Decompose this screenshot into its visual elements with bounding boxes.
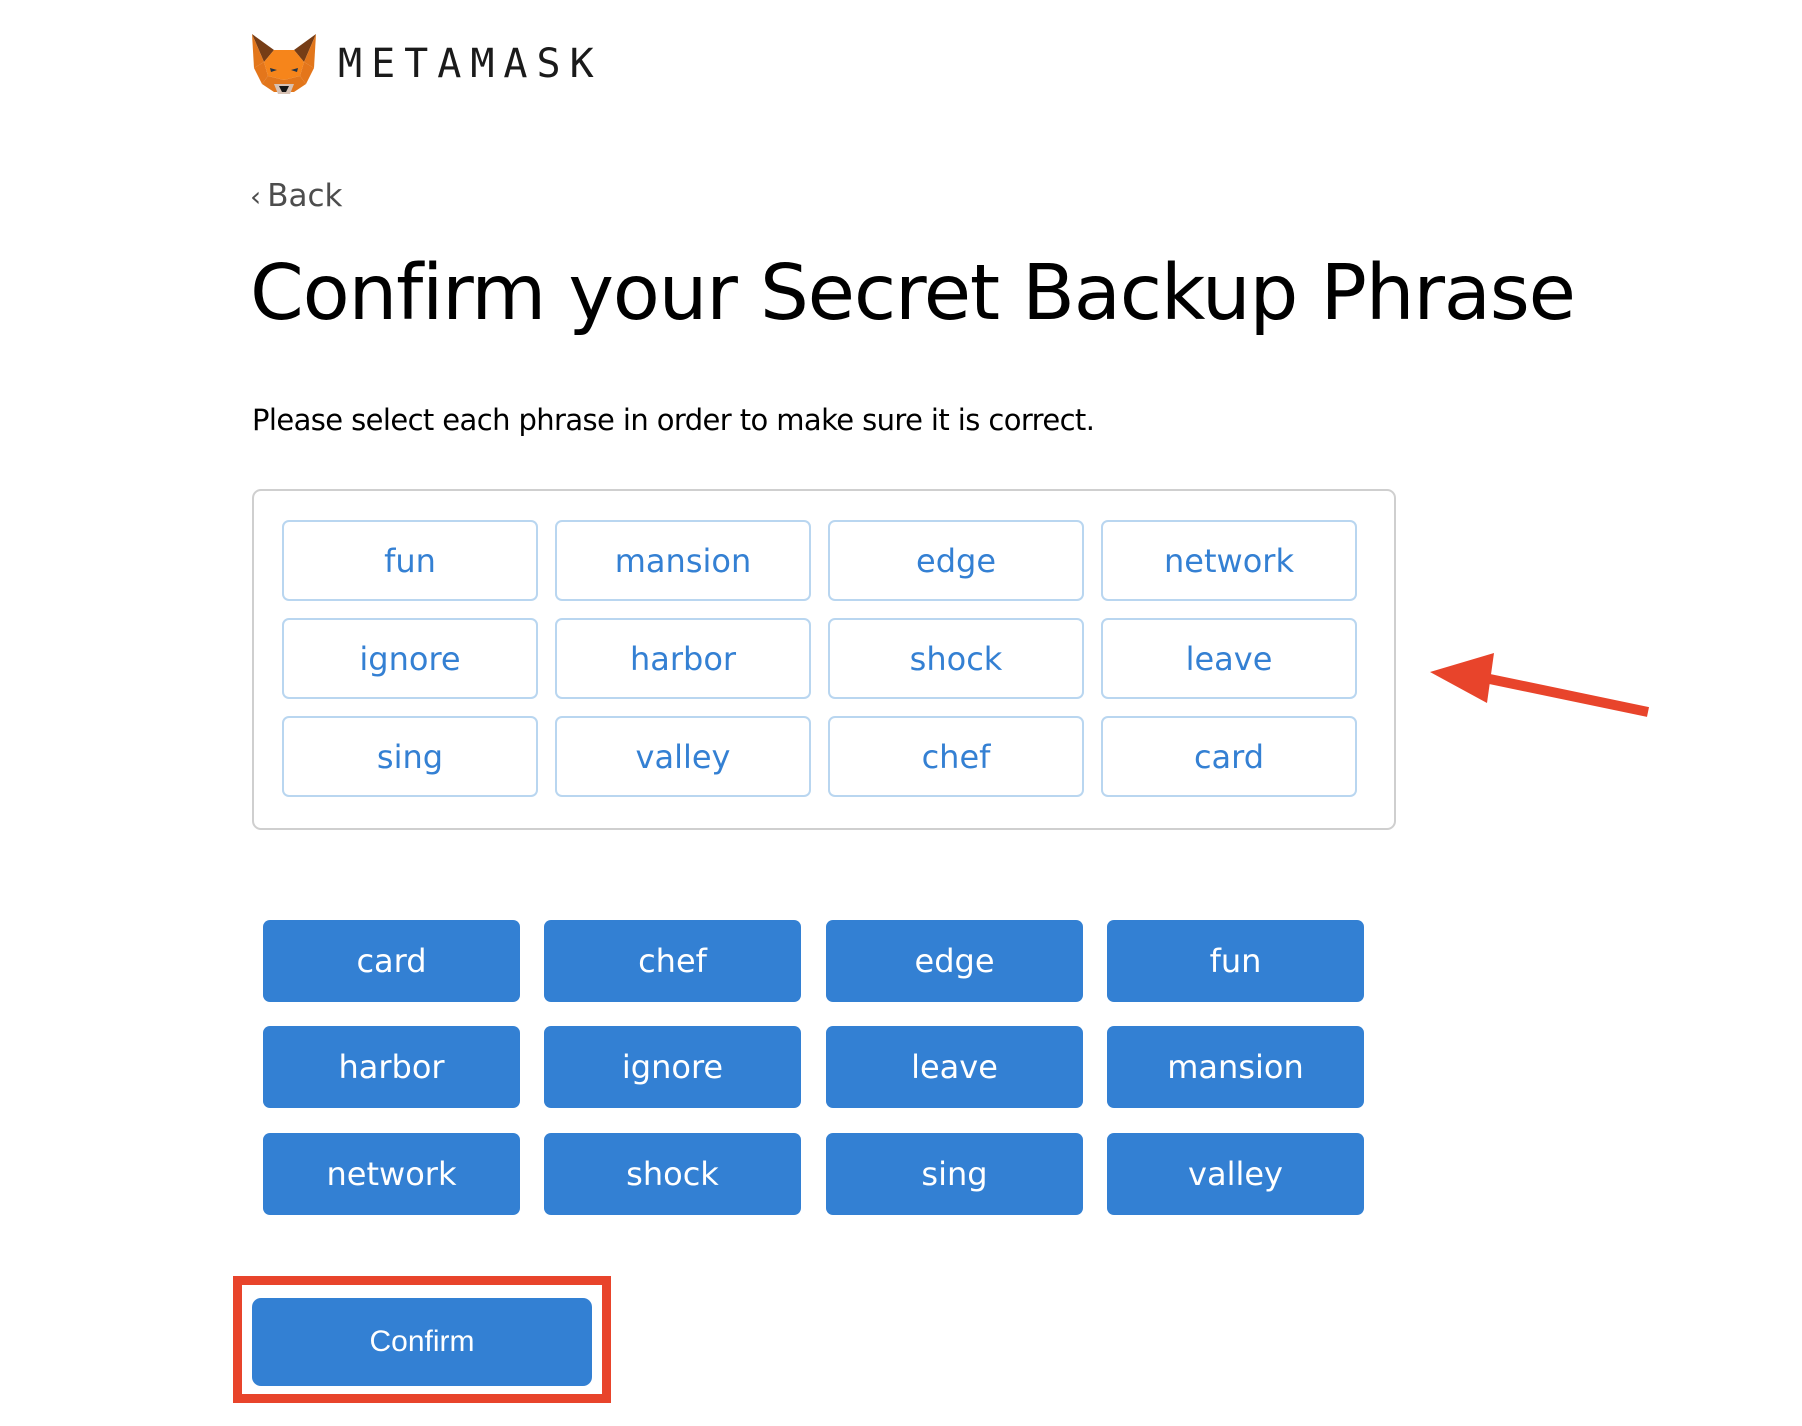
back-link[interactable]: ‹ Back bbox=[250, 176, 342, 217]
word-choice-valley[interactable]: valley bbox=[1107, 1133, 1364, 1215]
word-choice-sing[interactable]: sing bbox=[826, 1133, 1083, 1215]
word-choice-chef[interactable]: chef bbox=[544, 920, 801, 1002]
word-choice-edge[interactable]: edge bbox=[826, 920, 1083, 1002]
highlight-annotation-box bbox=[233, 1276, 611, 1403]
selected-word-card[interactable]: card bbox=[1101, 716, 1357, 797]
word-choice-network[interactable]: network bbox=[263, 1133, 520, 1215]
selected-word-network[interactable]: network bbox=[1101, 520, 1357, 601]
selected-word-sing[interactable]: sing bbox=[282, 716, 538, 797]
selected-word-shock[interactable]: shock bbox=[828, 618, 1084, 699]
selected-word-mansion[interactable]: mansion bbox=[555, 520, 811, 601]
word-choice-ignore[interactable]: ignore bbox=[544, 1026, 801, 1108]
selected-phrase-area: fun mansion edge network ignore harbor shock le… bbox=[252, 489, 1396, 830]
selected-word-valley[interactable]: valley bbox=[555, 716, 811, 797]
arrow-annotation-icon bbox=[1430, 653, 1650, 717]
word-choice-harbor[interactable]: harbor bbox=[263, 1026, 520, 1108]
selected-word-edge[interactable]: edge bbox=[828, 520, 1084, 601]
chevron-left-icon: ‹ bbox=[250, 180, 262, 213]
selected-word-ignore[interactable]: ignore bbox=[282, 618, 538, 699]
selected-word-fun[interactable]: fun bbox=[282, 520, 538, 601]
selected-word-chef[interactable]: chef bbox=[828, 716, 1084, 797]
word-choice-card[interactable]: card bbox=[263, 920, 520, 1002]
back-label: Back bbox=[267, 178, 343, 214]
word-choice-mansion[interactable]: mansion bbox=[1107, 1026, 1364, 1108]
page-subtitle: Please select each phrase in order to ma… bbox=[252, 403, 1095, 437]
metamask-fox-icon bbox=[252, 34, 316, 94]
page-title: Confirm your Secret Backup Phrase bbox=[250, 249, 1576, 338]
selected-word-leave[interactable]: leave bbox=[1101, 618, 1357, 699]
word-choice-fun[interactable]: fun bbox=[1107, 920, 1364, 1002]
word-choice-shock[interactable]: shock bbox=[544, 1133, 801, 1215]
word-choice-leave[interactable]: leave bbox=[826, 1026, 1083, 1108]
brand-name: METAMASK bbox=[338, 41, 603, 87]
selected-word-harbor[interactable]: harbor bbox=[555, 618, 811, 699]
